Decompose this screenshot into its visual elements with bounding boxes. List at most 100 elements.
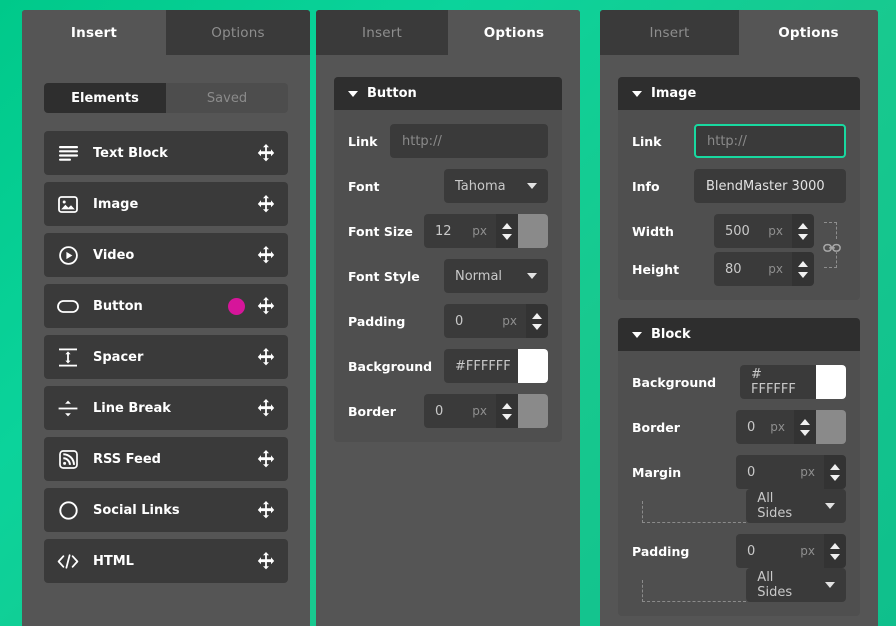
stepper-up-icon[interactable] bbox=[830, 543, 840, 549]
block-card-header[interactable]: Block bbox=[618, 318, 860, 351]
elements-saved-toggle-wrap: Elements Saved bbox=[22, 55, 310, 113]
padding-stepper[interactable] bbox=[824, 534, 846, 568]
font-size-input[interactable]: 12 px bbox=[424, 214, 496, 248]
width-unit: px bbox=[768, 224, 783, 238]
list-item[interactable]: Spacer bbox=[44, 335, 288, 379]
stepper-down-icon[interactable] bbox=[502, 414, 512, 420]
font-size-stepper[interactable] bbox=[496, 214, 518, 248]
margin-stepper[interactable] bbox=[824, 455, 846, 489]
tab-insert[interactable]: Insert bbox=[600, 10, 739, 55]
stepper-down-icon[interactable] bbox=[798, 234, 808, 240]
padding-input[interactable]: 0 px bbox=[736, 534, 824, 568]
drag-handle-icon[interactable] bbox=[257, 501, 275, 519]
info-input[interactable] bbox=[694, 169, 846, 203]
border-stepper[interactable] bbox=[794, 410, 816, 444]
list-item[interactable]: Video bbox=[44, 233, 288, 277]
width-stepper[interactable] bbox=[792, 214, 814, 248]
list-item[interactable]: Social Links bbox=[44, 488, 288, 532]
tab-options[interactable]: Options bbox=[448, 10, 580, 55]
height-input[interactable]: 80 px bbox=[714, 252, 792, 286]
padding-stepper[interactable] bbox=[526, 304, 548, 338]
segment-saved[interactable]: Saved bbox=[166, 83, 288, 113]
background-color-swatch[interactable] bbox=[518, 349, 548, 383]
image-card-header[interactable]: Image bbox=[618, 77, 860, 110]
tab-insert[interactable]: Insert bbox=[316, 10, 448, 55]
border-input[interactable]: 0 px bbox=[736, 410, 794, 444]
stepper-down-icon[interactable] bbox=[532, 324, 542, 330]
padding-input[interactable]: 0 px bbox=[444, 304, 526, 338]
list-item[interactable]: Image bbox=[44, 182, 288, 226]
info-label: Info bbox=[632, 179, 694, 194]
font-select[interactable]: Tahoma bbox=[444, 169, 548, 203]
font-size-control: 12 px bbox=[424, 214, 548, 248]
list-item[interactable]: Button bbox=[44, 284, 288, 328]
height-stepper[interactable] bbox=[792, 252, 814, 286]
padding-sides-select[interactable]: All Sides bbox=[746, 568, 846, 602]
chevron-down-icon bbox=[527, 273, 537, 279]
link-input[interactable] bbox=[694, 124, 846, 158]
drag-handle-icon[interactable] bbox=[257, 144, 275, 162]
background-color-swatch[interactable] bbox=[816, 365, 846, 399]
font-style-select[interactable]: Normal bbox=[444, 259, 548, 293]
font-label: Font bbox=[348, 179, 444, 194]
height-control: 80 px bbox=[714, 252, 846, 286]
background-control: # FFFFFF bbox=[740, 365, 846, 399]
list-item-label: Social Links bbox=[93, 503, 257, 518]
stepper-up-icon[interactable] bbox=[798, 261, 808, 267]
drag-handle-icon[interactable] bbox=[257, 246, 275, 264]
drag-handle-icon[interactable] bbox=[257, 450, 275, 468]
stepper-down-icon[interactable] bbox=[800, 430, 810, 436]
drag-handle-icon[interactable] bbox=[257, 399, 275, 417]
tab-options-label: Options bbox=[484, 25, 545, 41]
tab-options[interactable]: Options bbox=[166, 10, 310, 55]
list-item[interactable]: Line Break bbox=[44, 386, 288, 430]
background-hex-input[interactable]: #FFFFFF bbox=[444, 349, 518, 383]
text-lines-icon bbox=[57, 142, 79, 164]
row-link: Link bbox=[632, 124, 846, 158]
border-color-swatch[interactable] bbox=[816, 410, 846, 444]
stepper-down-icon[interactable] bbox=[798, 272, 808, 278]
block-settings-card: Block Background # FFFFFF Border 0 px bbox=[618, 318, 860, 616]
drag-handle-icon[interactable] bbox=[257, 348, 275, 366]
stepper-up-icon[interactable] bbox=[800, 419, 810, 425]
stepper-down-icon[interactable] bbox=[830, 554, 840, 560]
button-card-header[interactable]: Button bbox=[334, 77, 562, 110]
border-input[interactable]: 0 px bbox=[424, 394, 496, 428]
image-panel-tabs: Insert Options bbox=[600, 10, 878, 55]
aspect-ratio-link[interactable] bbox=[820, 214, 846, 248]
background-hex-input[interactable]: # FFFFFF bbox=[740, 365, 816, 399]
segment-elements[interactable]: Elements bbox=[44, 83, 166, 113]
width-input[interactable]: 500 px bbox=[714, 214, 792, 248]
background-control: #FFFFFF bbox=[444, 349, 548, 383]
stepper-up-icon[interactable] bbox=[830, 464, 840, 470]
border-unit: px bbox=[770, 420, 785, 434]
border-stepper[interactable] bbox=[496, 394, 518, 428]
list-item[interactable]: HTML bbox=[44, 539, 288, 583]
button-card-title: Button bbox=[367, 86, 417, 101]
margin-input[interactable]: 0 px bbox=[736, 455, 824, 489]
caret-down-icon bbox=[632, 332, 642, 338]
tab-options[interactable]: Options bbox=[739, 10, 878, 55]
link-input[interactable] bbox=[390, 124, 548, 158]
row-border: Border 0 px bbox=[348, 394, 548, 428]
border-color-swatch[interactable] bbox=[518, 394, 548, 428]
chain-link-icon[interactable] bbox=[823, 239, 841, 251]
drag-handle-icon[interactable] bbox=[257, 195, 275, 213]
stepper-down-icon[interactable] bbox=[502, 234, 512, 240]
stepper-up-icon[interactable] bbox=[798, 223, 808, 229]
stepper-up-icon[interactable] bbox=[502, 403, 512, 409]
list-item[interactable]: Text Block bbox=[44, 131, 288, 175]
border-label: Border bbox=[348, 404, 424, 419]
stepper-down-icon[interactable] bbox=[830, 475, 840, 481]
list-item-label: Button bbox=[93, 299, 228, 314]
drag-handle-icon[interactable] bbox=[257, 297, 275, 315]
tab-insert[interactable]: Insert bbox=[22, 10, 166, 55]
stepper-up-icon[interactable] bbox=[532, 313, 542, 319]
chevron-down-icon bbox=[527, 183, 537, 189]
stepper-up-icon[interactable] bbox=[502, 223, 512, 229]
margin-sides-select[interactable]: All Sides bbox=[746, 489, 846, 523]
font-color-swatch[interactable] bbox=[518, 214, 548, 248]
list-item[interactable]: RSS Feed bbox=[44, 437, 288, 481]
button-settings-card: Button Link Font Tahoma Font Size bbox=[334, 77, 562, 442]
drag-handle-icon[interactable] bbox=[257, 552, 275, 570]
